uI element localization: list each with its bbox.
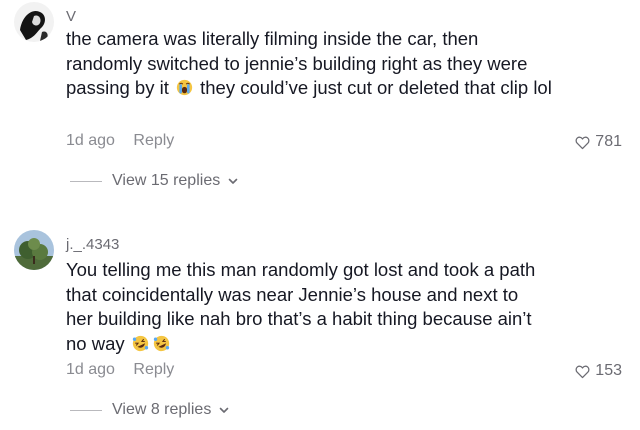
view-replies-button[interactable]: View 8 replies <box>70 401 230 419</box>
like-button[interactable]: 153 <box>574 362 622 380</box>
comment-timestamp: 1d ago <box>66 132 115 149</box>
comment-username[interactable]: j._.4343 <box>66 236 119 253</box>
reply-button[interactable]: Reply <box>133 361 174 378</box>
avatar[interactable] <box>14 230 54 270</box>
like-count: 781 <box>595 133 622 150</box>
like-button[interactable]: 781 <box>574 133 622 151</box>
crying-face-emoji <box>176 79 193 96</box>
avatar-image <box>14 230 54 270</box>
view-replies-label: View 15 replies <box>112 172 221 189</box>
view-replies-button[interactable]: View 15 replies <box>70 172 239 190</box>
comment-text: the camera was literally filming inside … <box>66 27 556 101</box>
like-count: 153 <box>595 362 622 379</box>
view-replies-label: View 8 replies <box>112 401 212 418</box>
comments-panel: V the camera was literally filming insid… <box>0 0 640 430</box>
comment-meta: 1d ago Reply <box>66 132 174 150</box>
chevron-down-icon <box>228 178 238 184</box>
chevron-down-icon <box>220 407 229 413</box>
rofl-emoji <box>132 335 148 351</box>
comment-username[interactable]: V <box>66 8 76 25</box>
heart-icon <box>575 365 590 378</box>
comment-timestamp: 1d ago <box>66 361 115 378</box>
comment-text-part: they could’ve just cut or deleted that c… <box>194 77 552 98</box>
reply-button[interactable]: Reply <box>133 132 174 149</box>
replies-divider <box>70 180 102 182</box>
replies-divider <box>70 409 102 411</box>
heart-icon <box>575 136 590 149</box>
rofl-emoji <box>153 335 169 351</box>
comment-meta: 1d ago Reply <box>66 361 174 379</box>
avatar[interactable] <box>14 2 54 42</box>
comment-text: You telling me this man randomly got los… <box>66 258 546 356</box>
avatar-image <box>14 2 54 42</box>
